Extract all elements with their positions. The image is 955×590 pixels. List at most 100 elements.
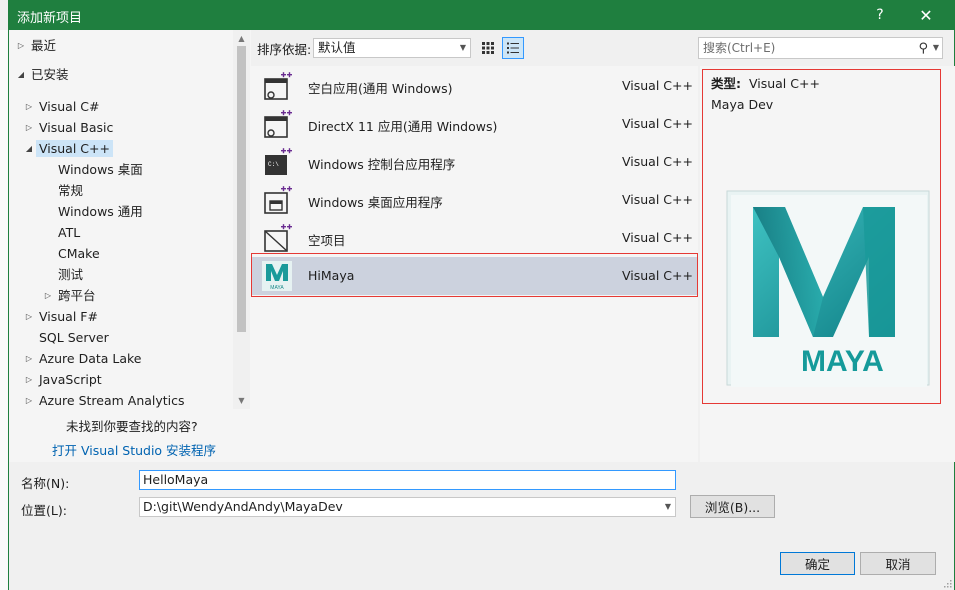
template-description: Maya Dev: [711, 97, 774, 112]
tree-item[interactable]: 测试: [58, 265, 83, 285]
maya-logo-text: MAYA: [801, 345, 884, 378]
collapsed-arrow-icon[interactable]: ▷: [23, 307, 35, 327]
tree-item[interactable]: ATL: [58, 223, 80, 243]
template-row[interactable]: 空白应用(通用 Windows) Visual C++: [252, 67, 697, 105]
location-field[interactable]: D:\git\WendyAndAndy\MayaDev ▼: [139, 497, 676, 517]
empty-project-icon: [264, 224, 292, 252]
tree-item-label: JavaScript: [39, 372, 102, 387]
template-name: 空白应用(通用 Windows): [308, 81, 453, 96]
collapsed-arrow-icon[interactable]: ▷: [42, 286, 54, 306]
tree-item[interactable]: 常规: [58, 181, 83, 201]
chevron-down-icon: ▼: [459, 43, 466, 52]
console-app-icon: C:\: [265, 148, 292, 175]
collapsed-arrow-icon[interactable]: ▷: [23, 97, 35, 117]
name-field[interactable]: HelloMaya: [139, 470, 676, 490]
location-field-value: D:\git\WendyAndAndy\MayaDev: [143, 499, 343, 514]
scroll-up-arrow-icon[interactable]: ▲: [237, 34, 246, 43]
expanded-arrow-icon[interactable]: ◢: [23, 139, 35, 159]
template-name: DirectX 11 应用(通用 Windows): [308, 119, 498, 134]
directx-app-icon: [264, 110, 292, 138]
open-installer-link[interactable]: 打开 Visual Studio 安装程序: [52, 440, 216, 459]
list-view-button[interactable]: [502, 37, 524, 59]
tree-item[interactable]: Windows 通用: [58, 202, 143, 222]
tree-item-label: Visual C++: [36, 140, 113, 157]
close-button[interactable]: ✕: [906, 0, 946, 30]
template-row[interactable]: C:\ Windows 控制台应用程序 Visual C++: [252, 143, 697, 181]
collapsed-arrow-icon[interactable]: ▷: [23, 349, 35, 369]
tree-item-label: 测试: [58, 267, 84, 282]
sort-by-label: 排序依据:: [257, 42, 312, 57]
empty-project-icon: [262, 223, 292, 253]
template-row[interactable]: Windows 桌面应用程序 Visual C++: [252, 181, 697, 219]
resize-grip-icon[interactable]: [942, 578, 952, 588]
maya-logo-icon: MAYA: [726, 190, 930, 387]
search-dropdown-icon[interactable]: ▼: [933, 38, 939, 58]
template-name: 空项目: [308, 233, 346, 248]
blank-app-icon: [262, 71, 292, 101]
tree-item-label: SQL Server: [39, 330, 109, 345]
dialog-title: 添加新项目: [17, 11, 83, 26]
tree-item-label: Visual Basic: [39, 120, 114, 135]
desktop-app-icon: [262, 185, 292, 215]
cancel-button[interactable]: 取消: [860, 552, 936, 575]
tree-item-label: 最近: [31, 38, 57, 53]
desktop-app-icon: [264, 186, 292, 214]
tree-item-label: CMake: [58, 246, 100, 261]
collapsed-arrow-icon[interactable]: ▷: [23, 118, 35, 138]
tree-item-label: ATL: [58, 225, 81, 240]
category-tree: ▷ 最近 ◢ 已安装 ▷ Visual C# ▷ Visual Basic ◢ Visual C+…: [9, 30, 251, 462]
template-name: Windows 控制台应用程序: [308, 157, 456, 172]
tree-item[interactable]: ▷ Visual C#: [26, 97, 100, 117]
scroll-down-arrow-icon[interactable]: ▼: [237, 396, 246, 405]
tree-item-label: Windows 桌面: [58, 162, 143, 177]
tree-item[interactable]: ▷ 跨平台: [45, 286, 96, 306]
title-bar: 添加新项目 ? ✕: [9, 0, 954, 30]
ok-button[interactable]: 确定: [780, 552, 855, 575]
template-row[interactable]: DirectX 11 应用(通用 Windows) Visual C++: [252, 105, 697, 143]
grid-view-button[interactable]: [477, 37, 499, 59]
template-name: Windows 桌面应用程序: [308, 195, 443, 210]
tree-item[interactable]: SQL Server: [39, 328, 109, 348]
type-value: Visual C++: [748, 76, 820, 91]
tree-item-label: Visual C#: [39, 99, 100, 114]
sort-by-value: 默认值: [318, 40, 356, 55]
tree-item[interactable]: ▷ Visual F#: [26, 307, 98, 327]
tree-item[interactable]: ▷ Azure Data Lake: [26, 349, 142, 369]
tree-item-label: 常规: [58, 183, 84, 198]
collapsed-arrow-icon[interactable]: ▷: [15, 36, 27, 56]
expanded-arrow-icon[interactable]: ◢: [15, 65, 27, 85]
name-field-value: HelloMaya: [143, 472, 209, 487]
help-button[interactable]: ?: [860, 0, 900, 30]
tree-item[interactable]: ◢ Visual C++: [26, 139, 113, 159]
name-label: 名称(N):: [21, 476, 70, 491]
tree-item[interactable]: ▷ Visual Basic: [26, 118, 114, 138]
tree-item-label: Azure Stream Analytics: [39, 393, 185, 408]
type-key: 类型:: [711, 76, 741, 91]
browse-button[interactable]: 浏览(B)...: [690, 495, 775, 518]
tree-item-label: 已安装: [31, 67, 69, 82]
template-language: Visual C++: [622, 154, 693, 169]
scrollbar-thumb[interactable]: [237, 46, 246, 332]
template-language: Visual C++: [622, 78, 693, 93]
tree-item[interactable]: ▷ Azure Stream Analytics: [26, 391, 185, 411]
search-icon[interactable]: ⚲: [918, 39, 928, 59]
tree-item[interactable]: CMake: [58, 244, 100, 264]
template-language: Visual C++: [622, 116, 693, 131]
chevron-down-icon[interactable]: ▼: [665, 498, 671, 516]
tree-item[interactable]: ▷ JavaScript: [26, 370, 102, 390]
tree-item-label: Azure Data Lake: [39, 351, 142, 366]
sort-by-select[interactable]: 默认值 ▼: [313, 38, 471, 58]
search-input[interactable]: 搜索(Ctrl+E) ⚲ ▼: [698, 37, 943, 59]
template-row[interactable]: 空项目 Visual C++: [252, 219, 697, 257]
type-label: 类型: Visual C++: [711, 73, 820, 92]
directx-app-icon: [262, 109, 292, 139]
tree-item[interactable]: ◢ 已安装: [18, 65, 69, 85]
collapsed-arrow-icon[interactable]: ▷: [23, 370, 35, 390]
blank-app-icon: [264, 72, 292, 100]
tree-scrollbar[interactable]: ▲ ▼: [233, 30, 250, 409]
svg-text:C:\: C:\: [268, 161, 279, 168]
tree-item[interactable]: ▷ 最近: [18, 36, 57, 56]
collapsed-arrow-icon[interactable]: ▷: [23, 391, 35, 411]
not-found-text: 未找到你要查找的内容?: [66, 419, 198, 434]
tree-item[interactable]: Windows 桌面: [58, 160, 143, 180]
